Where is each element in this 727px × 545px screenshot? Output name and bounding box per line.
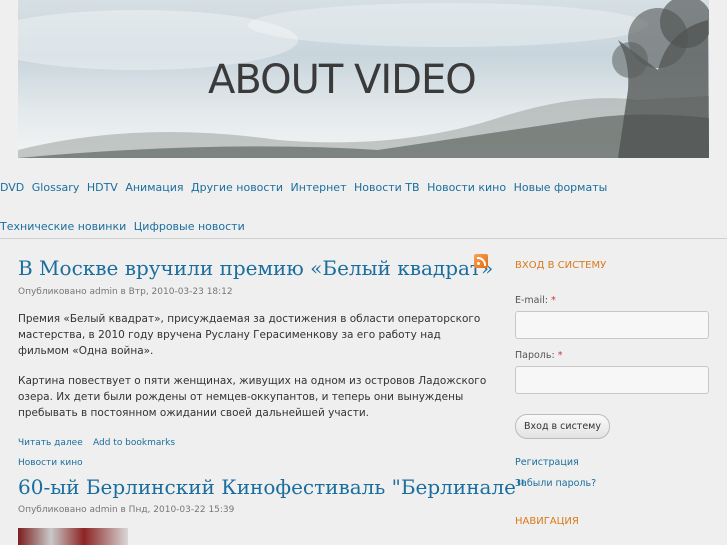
email-label: E-mail: * xyxy=(515,295,556,306)
nav-item-cinema-news[interactable]: Новости кино xyxy=(427,181,506,194)
login-heading: Вход в систему xyxy=(515,260,607,271)
category-link[interactable]: Новости кино xyxy=(18,458,83,468)
site-title[interactable]: ABOUT VIDEO xyxy=(208,57,477,103)
rss-feed-icon[interactable] xyxy=(474,254,488,268)
login-button[interactable]: Вход в систему xyxy=(515,414,610,439)
nav-item-internet[interactable]: Интернет xyxy=(291,181,347,194)
nav-item-glossary[interactable]: Glossary xyxy=(32,181,80,194)
register-link[interactable]: Регистрация xyxy=(515,457,579,468)
post-title[interactable]: В Москве вручили премию «Белый квадрат» xyxy=(18,256,493,280)
post-paragraph: Премия «Белый квадрат», присуждаемая за … xyxy=(18,313,481,357)
password-field[interactable] xyxy=(515,366,709,394)
nav-item-animation[interactable]: Анимация xyxy=(125,181,183,194)
add-to-bookmarks-link[interactable]: Add to bookmarks xyxy=(93,438,175,448)
forgot-password-link[interactable]: Забыли пароль? xyxy=(515,478,596,489)
nav-item-new-formats[interactable]: Новые форматы xyxy=(514,181,608,194)
post-meta: Опубликовано admin в Пнд, 2010-03-22 15:… xyxy=(18,505,235,515)
primary-nav: DVD Glossary HDTV Анимация Другие новост… xyxy=(0,168,660,246)
nav-item-hdtv[interactable]: HDTV xyxy=(87,181,118,194)
post-thumbnail[interactable] xyxy=(18,528,128,545)
email-field[interactable] xyxy=(515,311,709,339)
email-label-text: E-mail: xyxy=(515,295,548,306)
nav-divider xyxy=(0,238,727,239)
nav-item-digital-news[interactable]: Цифровые новости xyxy=(134,220,245,233)
password-label: Пароль: * xyxy=(515,350,562,361)
required-mark: * xyxy=(551,295,556,306)
nav-item-dvd[interactable]: DVD xyxy=(0,181,24,194)
page: ABOUT VIDEO DVD Glossary HDTV Анимация Д… xyxy=(0,0,727,545)
post-meta: Опубликовано admin в Втр, 2010-03-23 18:… xyxy=(18,287,233,297)
header-banner: ABOUT VIDEO xyxy=(18,0,709,158)
nav-item-tv-news[interactable]: Новости ТВ xyxy=(354,181,420,194)
post-title[interactable]: 60-ый Берлинский Кинофестиваль "Берлинал… xyxy=(18,475,525,499)
password-label-text: Пароль: xyxy=(515,350,555,361)
navigation-heading: Навигация xyxy=(515,516,579,527)
post-paragraph: Картина повествует о пяти женщинах, живу… xyxy=(18,375,487,419)
read-more-link[interactable]: Читать далее xyxy=(18,438,83,448)
required-mark: * xyxy=(557,350,563,361)
nav-item-tech-news[interactable]: Технические новинки xyxy=(0,220,126,233)
nav-item-other-news[interactable]: Другие новости xyxy=(191,181,283,194)
